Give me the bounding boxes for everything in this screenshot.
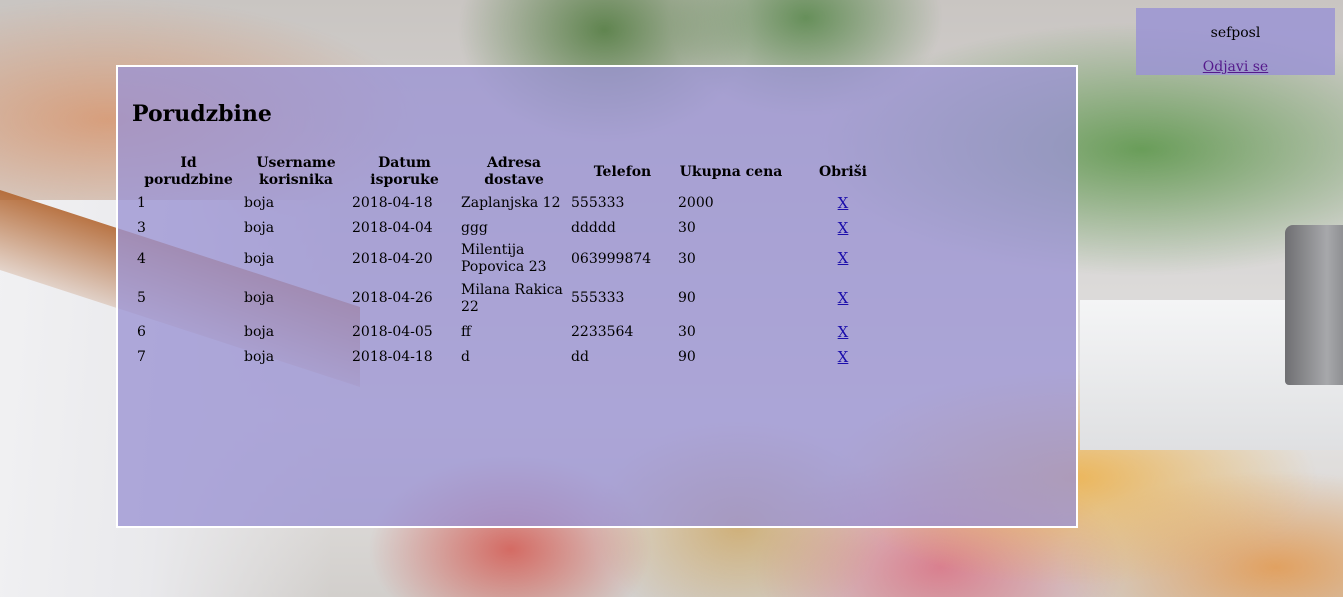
- cell-date: 2018-04-20: [352, 250, 433, 267]
- table-row: 3 boja 2018-04-04 ggg ddddd 30 X: [135, 216, 900, 241]
- cell-phone: 063999874: [571, 250, 652, 267]
- cell-id: 5: [137, 290, 146, 306]
- cell-address: Milentija Popovica 23: [461, 242, 547, 275]
- delete-order-link[interactable]: X: [838, 249, 849, 267]
- cell-address: ff: [461, 324, 471, 340]
- cell-phone: 555333: [571, 195, 625, 211]
- logout-link[interactable]: Odjavi se: [1136, 59, 1335, 75]
- cell-date: 2018-04-18: [352, 349, 433, 365]
- header-date: Datum isporuke: [370, 155, 439, 188]
- header-id: Id porudzbine: [144, 155, 233, 188]
- cell-total: 30: [678, 324, 696, 340]
- cell-address: Milana Rakica 22: [461, 281, 563, 315]
- header-phone: Telefon: [593, 163, 652, 180]
- cell-username: boja: [244, 195, 275, 211]
- table-header-row: Id porudzbine Username korisnika Datum i…: [135, 153, 900, 191]
- header-username: Username korisnika: [256, 155, 336, 188]
- header-delete: Obriši: [819, 163, 867, 180]
- cell-date: 2018-04-18: [352, 195, 433, 211]
- cell-username: boja: [244, 290, 275, 306]
- cell-id: 7: [137, 349, 146, 365]
- delete-order-link[interactable]: X: [838, 323, 849, 341]
- cell-username: boja: [244, 349, 275, 365]
- cell-delete: X: [786, 345, 900, 370]
- table-row: 6 boja 2018-04-05 ff 2233564 30 X: [135, 320, 900, 345]
- table-row: 4 boja 2018-04-20 Milentija Popovica 23 …: [135, 241, 900, 277]
- cell-total: 2000: [678, 195, 714, 211]
- delete-order-link[interactable]: X: [838, 348, 849, 366]
- user-box: sefposl Odjavi se: [1136, 8, 1335, 75]
- cell-total: 30: [678, 250, 696, 267]
- username-label: sefposl: [1210, 25, 1261, 41]
- cell-phone: dd: [571, 349, 589, 365]
- cell-total: 90: [678, 290, 696, 306]
- delete-order-link[interactable]: X: [838, 289, 849, 307]
- header-address: Adresa dostave: [484, 155, 544, 188]
- page-title: Porudzbine: [132, 101, 272, 127]
- cell-id: 4: [137, 250, 146, 267]
- table-row: 1 boja 2018-04-18 Zaplanjska 12 555333 2…: [135, 191, 900, 216]
- cell-username: boja: [244, 324, 275, 340]
- delete-order-link[interactable]: X: [838, 194, 849, 212]
- cell-address: Zaplanjska 12: [461, 195, 561, 211]
- cell-delete: X: [786, 320, 900, 345]
- cell-date: 2018-04-26: [352, 290, 433, 306]
- cell-delete: X: [786, 191, 900, 216]
- cell-id: 3: [137, 220, 146, 236]
- cell-total: 30: [678, 220, 696, 236]
- orders-table: Id porudzbine Username korisnika Datum i…: [135, 153, 900, 370]
- background-plant-pot: [1285, 225, 1343, 385]
- cell-phone: 555333: [571, 290, 625, 306]
- cell-delete: X: [786, 216, 900, 241]
- cell-date: 2018-04-05: [352, 324, 433, 340]
- cell-id: 1: [137, 195, 146, 211]
- cell-delete: X: [786, 241, 900, 277]
- cell-address: d: [461, 349, 470, 365]
- cell-address: ggg: [461, 220, 488, 236]
- orders-panel: Porudzbine Id porudzbine Username korisn…: [116, 65, 1078, 528]
- cell-id: 6: [137, 324, 146, 340]
- table-row: 5 boja 2018-04-26 Milana Rakica 22 55533…: [135, 277, 900, 320]
- cell-date: 2018-04-04: [352, 220, 433, 236]
- header-total: Ukupna cena: [679, 163, 783, 180]
- cell-total: 90: [678, 349, 696, 365]
- cell-username: boja: [244, 250, 275, 267]
- cell-phone: 2233564: [571, 324, 634, 340]
- cell-delete: X: [786, 277, 900, 320]
- delete-order-link[interactable]: X: [838, 219, 849, 237]
- cell-username: boja: [244, 220, 275, 236]
- table-row: 7 boja 2018-04-18 d dd 90 X: [135, 345, 900, 370]
- cell-phone: ddddd: [571, 220, 616, 236]
